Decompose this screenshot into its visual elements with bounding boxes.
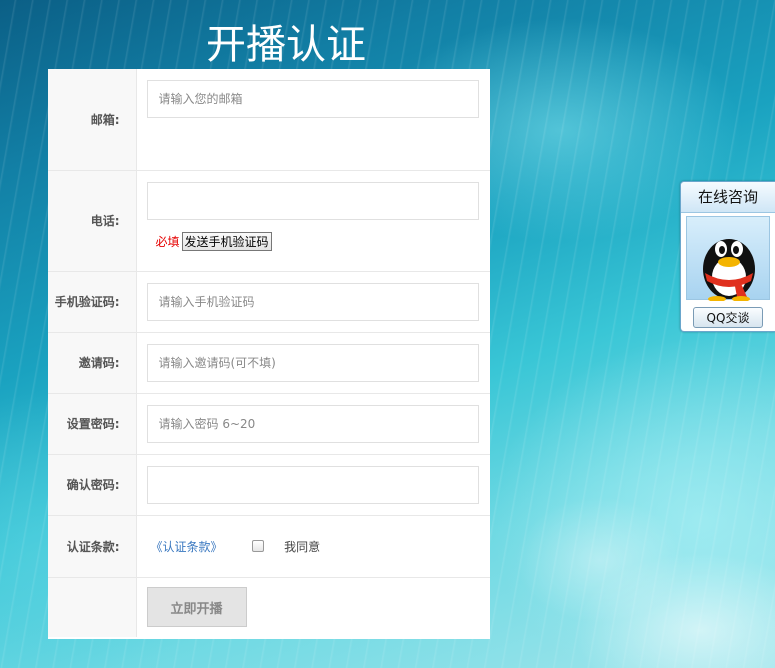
sms-code-label: 手机验证码: [48,271,137,333]
sms-code-cell [136,271,490,333]
required-text: 必填 [155,235,180,249]
submit-label-cell [48,577,137,637]
online-consult-widget: 在线咨询 QQ交谈 [680,181,775,332]
email-cell [136,69,490,171]
terms-link[interactable]: 《认证条款》 [151,540,223,554]
password-row: 设置密码: [48,393,490,455]
invite-code-input[interactable] [146,343,479,382]
invite-code-cell [136,332,490,394]
online-consult-title: 在线咨询 [681,182,775,213]
qq-penguin-icon [686,216,770,302]
confirm-password-cell [136,454,490,516]
email-row: 邮箱: [48,69,490,171]
terms-cell: 《认证条款》 我同意 [136,515,490,578]
invite-code-row: 邀请码: [48,332,490,394]
start-broadcast-button[interactable]: 立即开播 [146,587,247,628]
agree-checkbox[interactable] [252,539,265,552]
send-sms-code-button[interactable]: 发送手机验证码 [181,232,272,251]
phone-label: 电话: [48,170,137,272]
terms-label: 认证条款: [48,515,137,578]
sms-code-row: 手机验证码: [48,271,490,333]
phone-input[interactable] [146,181,479,220]
submit-row: 立即开播 [48,577,490,637]
phone-hint-row: 必填 发送手机验证码 [147,232,480,252]
confirm-password-label: 确认密码: [48,454,137,516]
password-cell [136,393,490,455]
sms-code-input[interactable] [146,282,479,321]
confirm-password-row: 确认密码: [48,454,490,516]
terms-row: 认证条款: 《认证条款》 我同意 [48,515,490,578]
invite-code-label: 邀请码: [48,332,137,394]
password-input[interactable] [146,404,479,443]
email-input[interactable] [146,80,479,118]
phone-row: 电话: 必填 发送手机验证码 [48,170,490,272]
submit-cell: 立即开播 [136,577,490,637]
qq-chat-button[interactable]: QQ交谈 [693,307,763,328]
phone-cell: 必填 发送手机验证码 [136,170,490,272]
registration-form: 邮箱: 电话: 必填 发送手机验证码 手机验证码: 邀请码: [48,69,490,639]
password-label: 设置密码: [48,393,137,455]
email-label: 邮箱: [48,69,137,171]
page-title: 开播认证 [206,22,366,68]
form-table: 邮箱: 电话: 必填 发送手机验证码 手机验证码: 邀请码: [48,69,490,637]
confirm-password-input[interactable] [146,465,479,504]
agree-text: 我同意 [284,539,321,554]
